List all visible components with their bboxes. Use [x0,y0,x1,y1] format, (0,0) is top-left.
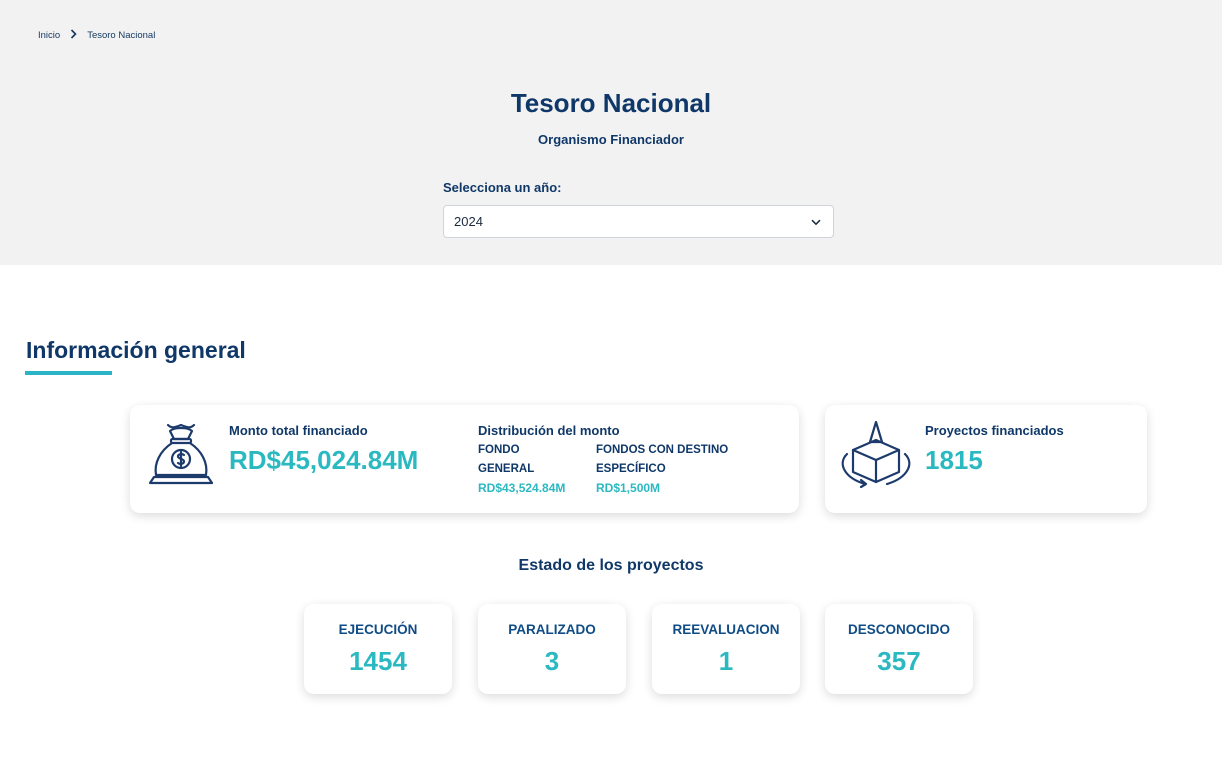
specific-fund-label-line1: FONDOS CON DESTINO [596,444,729,456]
status-value: 3 [544,646,560,676]
year-select[interactable]: 2024 [443,205,834,238]
projects-value: 1815 [925,445,983,475]
status-label: PARALIZADO [508,622,596,637]
status-section-title: Estado de los proyectos [518,557,704,574]
general-fund-label: FONDO GENERAL [478,441,534,479]
total-funding-value: RD$45,024.84M [229,445,419,475]
funding-card: Monto total financiado RD$45,024.84M Dis… [130,405,799,513]
money-bag-icon [148,421,214,492]
breadcrumb-home-link[interactable]: Inicio [38,30,60,41]
hero-section: Inicio Tesoro Nacional Tesoro Nacional O… [0,0,1222,265]
general-fund-value: RD$43,524.84M [478,481,566,495]
section-title: Información general [26,337,246,363]
status-card-reevaluacion: REEVALUACION 1 [652,604,800,694]
breadcrumb: Inicio Tesoro Nacional [38,29,155,41]
year-select-value: 2024 [454,214,483,229]
box-project-icon [839,420,913,493]
distribution-label: Distribución del monto [478,423,620,438]
specific-fund-value: RD$1,500M [596,481,661,495]
status-label: DESCONOCIDO [847,622,950,637]
breadcrumb-current: Tesoro Nacional [87,29,156,41]
projects-label: Proyectos financiados [925,423,1064,438]
chevron-down-icon [811,214,821,229]
specific-fund-label: FONDOS CON DESTINO ESPECÍFICO [596,441,728,479]
section-title-underline [25,371,112,375]
status-value: 1 [718,646,734,676]
page-subtitle: Organismo Financiador [538,132,684,147]
total-funding-label: Monto total financiado [229,423,368,438]
year-select-label: Selecciona un año: [443,180,562,195]
status-value: 357 [877,646,921,676]
page-title: Tesoro Nacional [510,88,712,118]
projects-card: Proyectos financiados 1815 [825,405,1147,513]
breadcrumb-separator-icon [70,29,77,41]
general-fund-label-line1: FONDO [478,444,520,456]
general-fund-label-line2: GENERAL [478,463,535,475]
status-label: REEVALUACION [672,622,780,637]
status-card-paralizado: PARALIZADO 3 [478,604,626,694]
status-value: 1454 [349,646,407,676]
status-card-ejecucion: EJECUCIÓN 1454 [304,604,452,694]
status-label: EJECUCIÓN [338,622,418,637]
specific-fund-label-line2: ESPECÍFICO [596,463,666,475]
status-card-desconocido: DESCONOCIDO 357 [825,604,973,694]
